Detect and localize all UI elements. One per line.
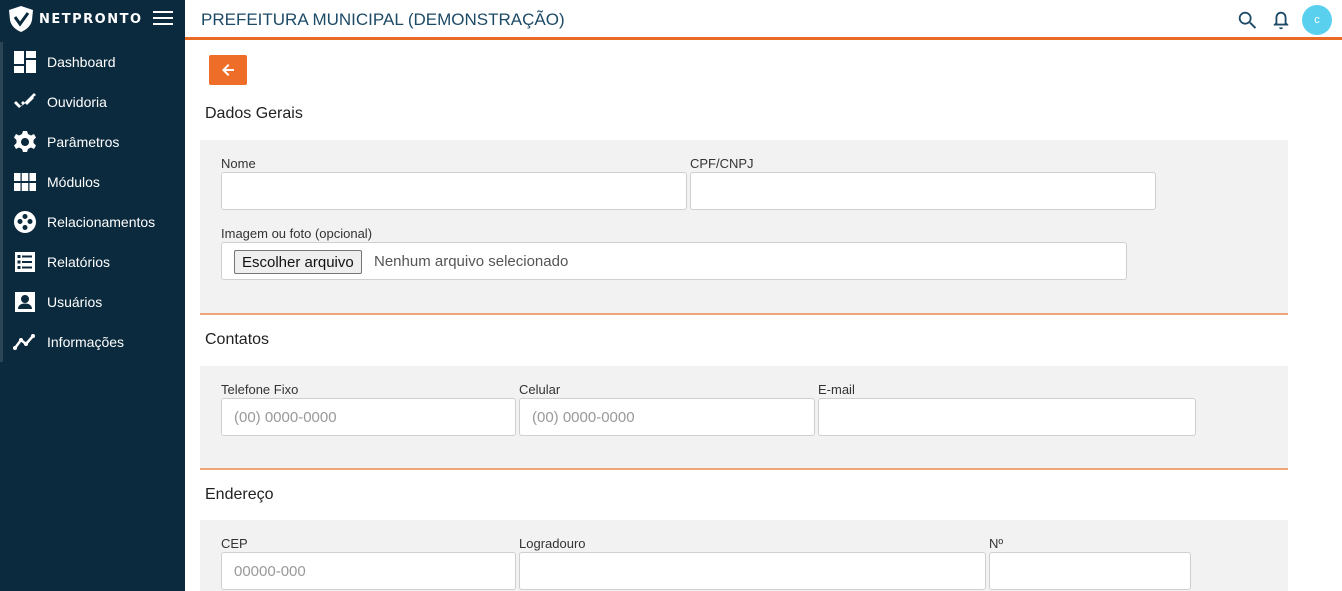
telefone-label: Telefone Fixo bbox=[221, 382, 299, 397]
main-content: Dados Gerais Nome CPF/CNPJ Imagem ou fot… bbox=[185, 43, 1342, 591]
section-title-endereco: Endereço bbox=[205, 486, 274, 503]
top-bar: PREFEITURA MUNICIPAL (DEMONSTRAÇÃO) c bbox=[185, 0, 1342, 40]
arrow-left-icon bbox=[222, 64, 234, 76]
celular-label: Celular bbox=[519, 382, 561, 397]
sidebar-item-modulos[interactable]: Módulos bbox=[3, 162, 185, 202]
section-divider bbox=[200, 313, 1288, 315]
logradouro-input[interactable] bbox=[519, 552, 986, 590]
sidebar-item-label: Informações bbox=[47, 334, 125, 350]
logo-shield-icon bbox=[9, 6, 33, 32]
numero-label: Nº bbox=[989, 536, 1004, 551]
sidebar-item-parametros[interactable]: Parâmetros bbox=[3, 122, 185, 162]
sidebar-item-label: Dashboard bbox=[47, 54, 116, 70]
section-divider bbox=[200, 468, 1288, 470]
nome-label: Nome bbox=[221, 156, 256, 171]
file-input[interactable]: Escolher arquivo Nenhum arquivo selecion… bbox=[221, 242, 1127, 280]
cep-input[interactable]: 00000-000 bbox=[221, 552, 516, 590]
section-title-contatos: Contatos bbox=[205, 331, 270, 348]
sidebar-item-relatorios[interactable]: Relatórios bbox=[3, 242, 185, 282]
dados-gerais-panel: Nome CPF/CNPJ Imagem ou foto (opcional) … bbox=[200, 140, 1288, 313]
top-actions: c bbox=[1224, 5, 1332, 35]
email-input[interactable] bbox=[818, 398, 1196, 436]
contatos-panel: Telefone Fixo (00) 0000-0000 Celular (00… bbox=[200, 366, 1288, 468]
user-box-icon bbox=[12, 289, 38, 315]
cpf-cnpj-label: CPF/CNPJ bbox=[690, 156, 754, 171]
sidebar-item-label: Usuários bbox=[47, 294, 103, 310]
avatar[interactable]: c bbox=[1302, 5, 1332, 35]
page-title: PREFEITURA MUNICIPAL (DEMONSTRAÇÃO) bbox=[201, 10, 565, 29]
sidebar-nav: Dashboard Ouvidoria Parâmetros Módulos R… bbox=[0, 42, 185, 362]
search-icon[interactable] bbox=[1236, 9, 1258, 31]
section-title-dados-gerais: Dados Gerais bbox=[205, 105, 303, 122]
relationships-icon bbox=[12, 209, 38, 235]
sidebar-item-ouvidoria[interactable]: Ouvidoria bbox=[3, 82, 185, 122]
sidebar-item-label: Relacionamentos bbox=[47, 214, 156, 230]
brand-name: NETPRONTO bbox=[39, 11, 143, 27]
sidebar-item-usuarios[interactable]: Usuários bbox=[3, 282, 185, 322]
nome-input[interactable] bbox=[221, 172, 687, 210]
sidebar: NETPRONTO Dashboard Ouvidoria Parâmetros bbox=[0, 0, 185, 591]
choose-file-button[interactable]: Escolher arquivo bbox=[234, 250, 362, 274]
cep-label: CEP bbox=[221, 536, 248, 551]
line-chart-icon bbox=[12, 329, 38, 355]
sidebar-item-label: Módulos bbox=[47, 174, 100, 190]
sidebar-item-label: Relatórios bbox=[47, 254, 111, 270]
back-button[interactable] bbox=[209, 55, 247, 85]
sidebar-item-label: Parâmetros bbox=[47, 134, 120, 150]
file-status-text: Nenhum arquivo selecionado bbox=[374, 253, 569, 270]
grid-icon bbox=[12, 169, 38, 195]
email-label: E-mail bbox=[818, 382, 855, 397]
sidebar-item-label: Ouvidoria bbox=[47, 94, 107, 110]
telefone-input[interactable]: (00) 0000-0000 bbox=[221, 398, 516, 436]
sidebar-item-dashboard[interactable]: Dashboard bbox=[3, 42, 185, 82]
sidebar-item-relacionamentos[interactable]: Relacionamentos bbox=[3, 202, 185, 242]
brand-logo[interactable]: NETPRONTO bbox=[0, 0, 185, 38]
sidebar-item-informacoes[interactable]: Informações bbox=[3, 322, 185, 362]
logradouro-label: Logradouro bbox=[519, 536, 586, 551]
list-report-icon bbox=[12, 249, 38, 275]
imagem-label: Imagem ou foto (opcional) bbox=[221, 226, 373, 241]
dashboard-icon bbox=[12, 49, 38, 75]
gear-icon bbox=[12, 129, 38, 155]
celular-input[interactable]: (00) 0000-0000 bbox=[519, 398, 815, 436]
cpf-cnpj-input[interactable] bbox=[690, 172, 1156, 210]
hamburger-menu-icon[interactable] bbox=[153, 11, 173, 27]
endereco-panel: CEP 00000-000 Logradouro Nº bbox=[200, 520, 1288, 591]
bell-icon[interactable] bbox=[1270, 9, 1292, 31]
numero-input[interactable] bbox=[989, 552, 1191, 590]
double-check-icon bbox=[12, 89, 38, 115]
